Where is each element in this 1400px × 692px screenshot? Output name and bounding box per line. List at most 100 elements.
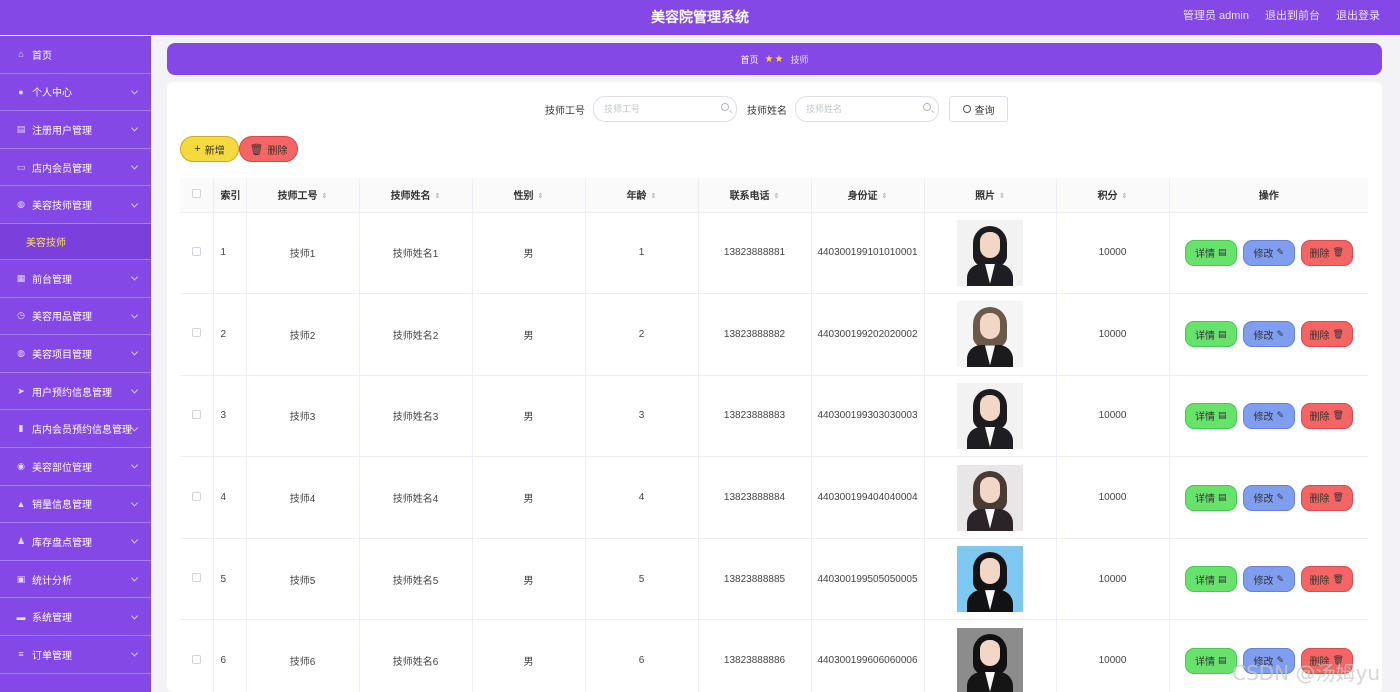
sort-icon[interactable]: ⇕ bbox=[882, 193, 888, 200]
delete-button[interactable]: 删除 🗑 bbox=[1300, 402, 1353, 429]
column-header[interactable]: 性别 ⇕ bbox=[472, 178, 586, 213]
sidebar-item[interactable]: ▣ 统计分析 bbox=[0, 561, 151, 599]
delete-button[interactable]: 删除 🗑 bbox=[1300, 239, 1353, 266]
pencil-icon: ✎ bbox=[1276, 410, 1285, 421]
cell-points: 10000 bbox=[1056, 293, 1170, 376]
column-header[interactable]: 身份证 ⇕ bbox=[811, 178, 925, 213]
breadcrumb: 首页 ★★ 技师 bbox=[167, 43, 1382, 75]
detail-button[interactable]: 详情 ▤ bbox=[1184, 239, 1237, 266]
table-row: 1 技师1 技师姓名1 男 1 13823888881 440300199101010001… bbox=[180, 212, 1368, 295]
detail-button[interactable]: 详情 ▤ bbox=[1184, 321, 1237, 348]
cell-points: 10000 bbox=[1056, 538, 1170, 621]
tech-photo[interactable] bbox=[957, 546, 1023, 613]
row-checkbox[interactable] bbox=[191, 246, 201, 256]
tech-name-input[interactable] bbox=[796, 97, 938, 121]
sidebar-subitem-beauty-tech[interactable]: 美容技师 bbox=[0, 223, 151, 260]
sidebar-item[interactable]: ≡ 订单管理 bbox=[0, 636, 151, 674]
sort-icon[interactable]: ⇕ bbox=[774, 193, 780, 200]
bar-chart-icon: ▮ bbox=[18, 423, 24, 434]
sidebar-item[interactable]: ▮ 店内会员预约信息管理 bbox=[0, 410, 151, 448]
column-header[interactable]: 积分 ⇕ bbox=[1056, 178, 1170, 213]
sidebar-item-label: 销量信息管理 bbox=[32, 500, 92, 512]
breadcrumb-home[interactable]: 首页 bbox=[741, 53, 759, 66]
cell-gender: 男 bbox=[472, 375, 586, 458]
edit-label: 修改 bbox=[1253, 494, 1274, 506]
sidebar-item[interactable]: ● 个人中心 bbox=[0, 74, 151, 112]
add-button[interactable]: + 新增 bbox=[180, 136, 239, 162]
chat-icon: ▬ bbox=[16, 611, 26, 622]
row-select-cell bbox=[180, 538, 214, 621]
query-button[interactable]: 查询 bbox=[949, 96, 1008, 122]
tech-photo[interactable] bbox=[957, 464, 1023, 531]
edit-button[interactable]: 修改 ✎ bbox=[1242, 321, 1295, 348]
sidebar-item[interactable]: ▬ 系统管理 bbox=[0, 598, 151, 636]
tech-no-input[interactable] bbox=[594, 97, 736, 121]
sort-icon[interactable]: ⇕ bbox=[322, 193, 328, 200]
pencil-icon: ✎ bbox=[1276, 247, 1285, 258]
row-select-cell bbox=[180, 212, 214, 295]
sidebar-item[interactable]: ⌂ 首页 bbox=[0, 36, 151, 74]
chevron-down-icon bbox=[130, 461, 139, 469]
trash-icon: 🗑 bbox=[1332, 573, 1344, 584]
detail-button[interactable]: 详情 ▤ bbox=[1184, 484, 1237, 511]
select-all-checkbox[interactable] bbox=[191, 188, 201, 198]
sidebar-item[interactable]: ▭ 店内会员管理 bbox=[0, 149, 151, 187]
sort-icon[interactable]: ⇕ bbox=[999, 193, 1005, 200]
delete-button[interactable]: 删除 🗑 bbox=[1300, 484, 1353, 511]
sort-icon[interactable]: ⇕ bbox=[651, 193, 657, 200]
sidebar-item[interactable]: ▦ 前台管理 bbox=[0, 260, 151, 298]
edit-label: 修改 bbox=[1253, 575, 1274, 587]
column-header[interactable]: 技师工号 ⇕ bbox=[246, 178, 360, 213]
column-header-label: 身份证 bbox=[847, 191, 878, 203]
row-checkbox[interactable] bbox=[191, 491, 201, 501]
cell-no: 技师1 bbox=[246, 212, 360, 295]
edit-button[interactable]: 修改 ✎ bbox=[1242, 239, 1295, 266]
cell-name: 技师姓名5 bbox=[359, 538, 473, 621]
sort-icon[interactable]: ⇕ bbox=[1122, 193, 1128, 200]
chevron-down-icon bbox=[130, 311, 139, 319]
logout-link[interactable]: 退出登录 bbox=[1336, 0, 1380, 33]
grid-icon: ▦ bbox=[16, 272, 26, 283]
tech-photo[interactable] bbox=[957, 219, 1023, 286]
row-checkbox[interactable] bbox=[191, 409, 201, 419]
column-header[interactable]: 年龄 ⇕ bbox=[585, 178, 699, 213]
edit-button[interactable]: 修改 ✎ bbox=[1242, 484, 1295, 511]
tech-photo[interactable] bbox=[957, 627, 1023, 692]
sidebar-item[interactable]: ▤ 注册用户管理 bbox=[0, 111, 151, 149]
cell-name: 技师姓名3 bbox=[359, 375, 473, 458]
sort-icon[interactable]: ⇕ bbox=[538, 193, 544, 200]
delete-button[interactable]: 删除 🗑 bbox=[1300, 321, 1353, 348]
edit-button[interactable]: 修改 ✎ bbox=[1242, 402, 1295, 429]
delete-button[interactable]: 删除 🗑 bbox=[1300, 566, 1353, 593]
sort-icon[interactable]: ⇕ bbox=[435, 193, 441, 200]
row-checkbox[interactable] bbox=[191, 573, 201, 583]
row-checkbox[interactable] bbox=[191, 654, 201, 664]
table-header-row: 索引 技师工号 ⇕ 技师姓名 ⇕ 性别 ⇕ 年龄 ⇕ 联系电话 ⇕ 身份证 ⇕ 照片 ⇕ 积分 ⇕ 操作 bbox=[180, 178, 1368, 213]
sidebar-item[interactable]: ◉ 美容部位管理 bbox=[0, 448, 151, 486]
column-header[interactable]: 照片 ⇕ bbox=[924, 178, 1057, 213]
column-header-label: 性别 bbox=[513, 191, 534, 203]
chevron-down-icon bbox=[130, 386, 139, 394]
cell-phone: 13823888883 bbox=[698, 375, 812, 458]
column-header[interactable]: 技师姓名 ⇕ bbox=[359, 178, 473, 213]
row-checkbox[interactable] bbox=[191, 328, 201, 338]
sidebar-item[interactable]: ◍ 美容技师管理 bbox=[0, 186, 151, 224]
sidebar-item[interactable]: ◷ 美容用品管理 bbox=[0, 298, 151, 336]
detail-button[interactable]: 详情 ▤ bbox=[1184, 402, 1237, 429]
sidebar-item-label: 用户预约信息管理 bbox=[32, 387, 112, 399]
sidebar-item[interactable]: ♟ 库存盘点管理 bbox=[0, 523, 151, 561]
tech-photo[interactable] bbox=[957, 301, 1023, 368]
table-body: 1 技师1 技师姓名1 男 1 13823888881 440300199101010001… bbox=[180, 212, 1368, 692]
detail-button[interactable]: 详情 ▤ bbox=[1184, 566, 1237, 593]
sidebar-item[interactable]: ◍ 美容项目管理 bbox=[0, 335, 151, 373]
sidebar-item[interactable]: ▲ 销量信息管理 bbox=[0, 486, 151, 524]
monitor-icon: ▭ bbox=[16, 161, 26, 172]
to-front-link[interactable]: 退出到前台 bbox=[1265, 0, 1320, 33]
detail-button[interactable]: 详情 ▤ bbox=[1184, 647, 1237, 674]
sidebar: ⌂ 首页 ● 个人中心 ▤ 注册用户管理 ▭ 店内会员管理 ◍ 美容技师管理 美容技师 ▦ 前台管理 ◷ 美… bbox=[0, 36, 151, 692]
edit-button[interactable]: 修改 ✎ bbox=[1242, 566, 1295, 593]
column-header[interactable]: 联系电话 ⇕ bbox=[698, 178, 812, 213]
bulk-delete-button[interactable]: 🗑 删除 bbox=[239, 136, 298, 162]
sidebar-item[interactable]: ➤ 用户预约信息管理 bbox=[0, 373, 151, 411]
tech-photo[interactable] bbox=[957, 382, 1023, 449]
